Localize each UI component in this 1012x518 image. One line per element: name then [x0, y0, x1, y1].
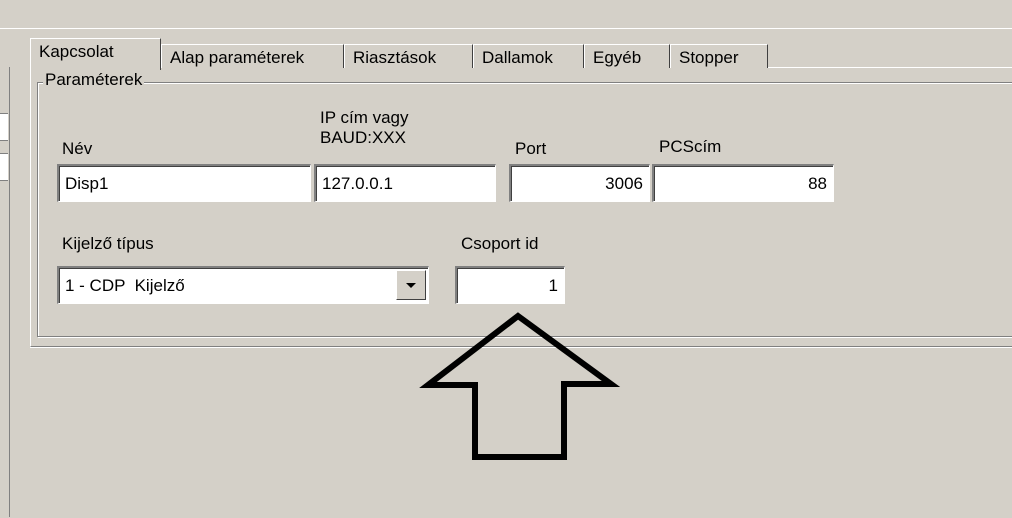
top-bar-divider — [0, 28, 1012, 29]
csoport-id-label: Csoport id — [461, 234, 539, 253]
nev-field[interactable]: Disp1 — [57, 164, 311, 202]
left-panel-edge — [0, 67, 10, 517]
tab-kapcsolat[interactable]: Kapcsolat — [30, 38, 161, 70]
pcscim-label: PCScím — [659, 137, 722, 156]
groupbox-title: Paraméterek — [43, 70, 145, 90]
pcscim-field[interactable]: 88 — [652, 164, 834, 202]
nev-label: Név — [62, 139, 93, 158]
tab-dallamok[interactable]: Dallamok — [473, 44, 584, 68]
left-panel-control[interactable] — [0, 153, 8, 181]
csoport-id-field[interactable]: 1 — [455, 266, 565, 304]
tab-riasztasok[interactable]: Riasztások — [344, 44, 473, 68]
ip-label-line2: BAUD:XXX — [320, 128, 406, 147]
kijelzo-tipus-label: Kijelző típus — [62, 234, 154, 253]
top-bar — [0, 0, 1012, 28]
left-panel-control[interactable] — [0, 113, 8, 141]
chevron-down-icon — [406, 283, 416, 288]
tab-egyeb[interactable]: Egyéb — [584, 44, 670, 68]
port-label: Port — [515, 139, 547, 158]
tab-alap-parameterek[interactable]: Alap paraméterek — [161, 44, 344, 68]
tab-stopper[interactable]: Stopper — [670, 44, 768, 68]
ip-field[interactable]: 127.0.0.1 — [314, 164, 496, 202]
kijelzo-tipus-value: 1 - CDP Kijelző — [65, 276, 185, 295]
tab-page-bottom-edge — [30, 347, 1012, 348]
port-field[interactable]: 3006 — [509, 164, 650, 202]
kijelzo-tipus-select[interactable]: 1 - CDP Kijelző — [57, 266, 429, 304]
ip-label-line1: IP cím vagy — [320, 108, 409, 127]
dropdown-button[interactable] — [396, 270, 426, 300]
